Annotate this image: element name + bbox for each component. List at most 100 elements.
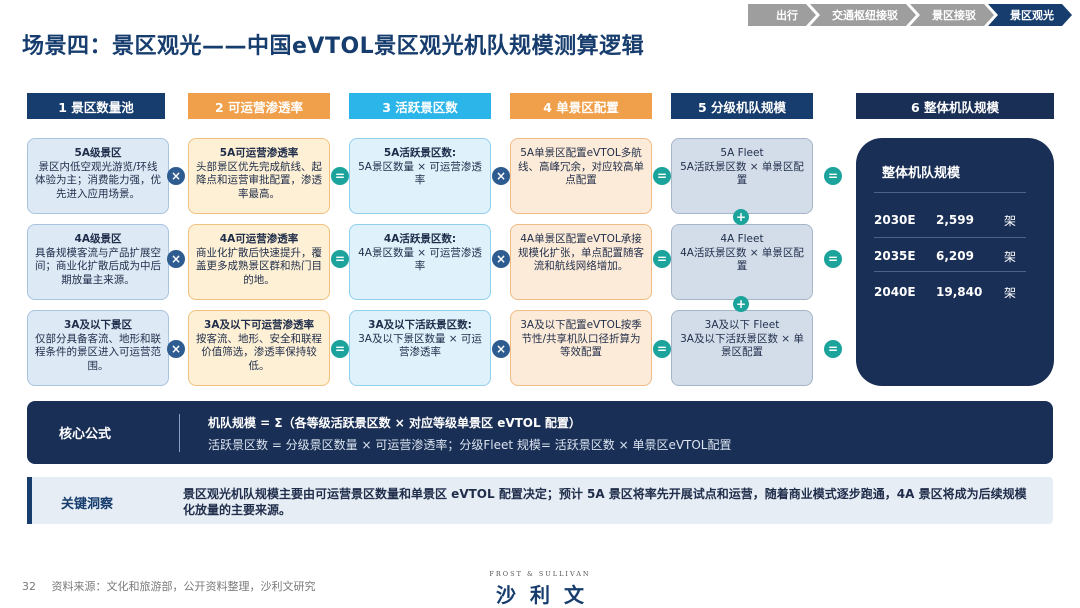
- breadcrumb-item-scenic-sightseeing[interactable]: 景区观光: [988, 4, 1072, 26]
- active-card-5a: 5A活跃景区数: 5A景区数量 × 可运营渗透率: [349, 138, 491, 214]
- total-fleet-panel: 整体机队规模 2030E 2,599 架 2035E 6,209 架 2040E…: [856, 138, 1054, 386]
- column-header-config: 4 单景区配置: [510, 93, 652, 119]
- card-desc: 5A景区数量 × 可运营渗透率: [358, 160, 482, 187]
- equals-icon: =: [653, 340, 671, 358]
- total-title: 整体机队规模: [882, 166, 961, 181]
- card-title: 5A可运营渗透率: [219, 147, 299, 159]
- multiply-icon: ×: [492, 340, 510, 358]
- pool-card-3a: 3A及以下景区 仅部分具备客流、地形和联程条件的景区进入可运营范围。: [27, 310, 169, 386]
- card-title: 4A级景区: [74, 233, 122, 245]
- pool-card-4a: 4A级景区 具备规模客流与产品扩展空间；商业化扩散后成为中后期放量主来源。: [27, 224, 169, 300]
- card-desc: 4A活跃景区数 × 单景区配置: [680, 246, 804, 273]
- total-value: 19,840: [936, 285, 983, 299]
- penetration-card-3a: 3A及以下可运营渗透率 按客流、地形、安全和联程价值筛选，渗透率保持较低。: [188, 310, 330, 386]
- formula-label: 核心公式: [59, 427, 112, 442]
- total-row: 2040E 19,840 架: [874, 282, 1034, 302]
- card-desc: 具备规模客流与产品扩展空间；商业化扩散后成为中后期放量主来源。: [35, 246, 161, 286]
- total-year: 2035E: [874, 249, 916, 263]
- formula-main: 机队规模 = Σ（各等级活跃景区数 × 对应等级单景区 eVTOL 配置）: [208, 416, 581, 430]
- card-desc: 仅部分具备客流、地形和联程条件的景区进入可运营范围。: [35, 332, 161, 372]
- accent-bar: [27, 477, 32, 524]
- total-row: 2030E 2,599 架: [874, 210, 1034, 230]
- total-unit: 架: [1004, 249, 1017, 264]
- penetration-card-4a: 4A可运营渗透率 商业化扩散后快速提升，覆盖更多成熟景区群和热门目的地。: [188, 224, 330, 300]
- total-year: 2030E: [874, 213, 916, 227]
- card-desc: 5A单景区配置eVTOL多航线、高峰冗余，对应较高单点配置: [518, 147, 644, 186]
- multiply-icon: ×: [492, 250, 510, 268]
- key-insight-panel: 关键洞察 景区观光机队规模主要由可运营景区数量和单景区 eVTOL 配置决定；预…: [27, 477, 1053, 524]
- column-header-active: 3 活跃景区数: [349, 93, 491, 119]
- equals-icon: =: [331, 167, 349, 185]
- total-unit: 架: [1004, 213, 1017, 228]
- equals-icon: =: [824, 250, 842, 268]
- source-note: 资料来源：文化和旅游部，公开资料整理，沙利文研究: [51, 580, 316, 593]
- column-header-pool: 1 景区数量池: [27, 93, 165, 119]
- divider: [179, 414, 180, 452]
- config-card-3a: 3A及以下配置eVTOL按季节性/共享机队口径折算为等效配置: [510, 310, 652, 386]
- card-title: 5A Fleet: [720, 147, 764, 159]
- config-card-5a: 5A单景区配置eVTOL多航线、高峰冗余，对应较高单点配置: [510, 138, 652, 214]
- card-desc: 景区内低空观光游览/环线体验为主；消费能力强，优先进入应用场景。: [35, 160, 161, 200]
- divider: [874, 192, 1026, 193]
- total-row: 2035E 6,209 架: [874, 246, 1034, 266]
- breadcrumb-item-scenic-connection[interactable]: 景区接驳: [910, 4, 994, 26]
- equals-icon: =: [824, 340, 842, 358]
- fleet-card-5a: 5A Fleet 5A活跃景区数 × 单景区配置: [671, 138, 813, 214]
- active-card-4a: 4A活跃景区数: 4A景区数量 × 可运营渗透率: [349, 224, 491, 300]
- logo-english: FROST & SULLIVAN: [489, 570, 591, 578]
- card-title: 5A级景区: [74, 147, 122, 159]
- card-desc: 3A及以下配置eVTOL按季节性/共享机队口径折算为等效配置: [520, 319, 642, 358]
- core-formula-panel: 核心公式 机队规模 = Σ（各等级活跃景区数 × 对应等级单景区 eVTOL 配…: [27, 401, 1053, 464]
- total-unit: 架: [1004, 285, 1017, 300]
- breadcrumb-item-hub-connection[interactable]: 交通枢纽接驳: [810, 4, 916, 26]
- footer: 32 资料来源：文化和旅游部，公开资料整理，沙利文研究: [22, 578, 328, 594]
- brand-logo: FROST & SULLIVAN 沙利文: [470, 570, 610, 608]
- active-card-3a: 3A及以下活跃景区数: 3A及以下景区数量 × 可运营渗透率: [349, 310, 491, 386]
- card-desc: 3A及以下景区数量 × 可运营渗透率: [358, 332, 482, 359]
- equals-icon: =: [331, 250, 349, 268]
- plus-icon: +: [733, 296, 749, 312]
- fleet-card-3a: 3A及以下 Fleet 3A及以下活跃景区数 × 单景区配置: [671, 310, 813, 386]
- page-number: 32: [22, 580, 36, 593]
- page-title: 场景四：景区观光——中国eVTOL景区观光机队规模测算逻辑: [22, 34, 645, 59]
- card-title: 4A可运营渗透率: [219, 233, 299, 245]
- equals-icon: =: [824, 167, 842, 185]
- penetration-card-5a: 5A可运营渗透率 头部景区优先完成航线、起降点和运营审批配置，渗透率最高。: [188, 138, 330, 214]
- equals-icon: =: [653, 167, 671, 185]
- column-header-fleet: 5 分级机队规模: [671, 93, 813, 119]
- multiply-icon: ×: [167, 167, 185, 185]
- breadcrumb-item-travel[interactable]: 出行: [748, 4, 816, 26]
- equals-icon: =: [331, 340, 349, 358]
- card-title: 3A及以下可运营渗透率: [204, 319, 314, 331]
- total-value: 6,209: [936, 249, 974, 263]
- card-title: 3A及以下活跃景区数:: [368, 319, 472, 331]
- multiply-icon: ×: [492, 167, 510, 185]
- card-title: 3A及以下 Fleet: [704, 319, 780, 331]
- total-year: 2040E: [874, 285, 916, 299]
- card-desc: 3A及以下活跃景区数 × 单景区配置: [680, 332, 804, 359]
- card-desc: 4A景区数量 × 可运营渗透率: [358, 246, 482, 273]
- divider: [874, 271, 1026, 272]
- pool-card-5a: 5A级景区 景区内低空观光游览/环线体验为主；消费能力强，优先进入应用场景。: [27, 138, 169, 214]
- card-desc: 商业化扩散后快速提升，覆盖更多成熟景区群和热门目的地。: [196, 246, 322, 286]
- column-header-penetration: 2 可运营渗透率: [188, 93, 330, 119]
- insight-label: 关键洞察: [61, 497, 114, 512]
- card-desc: 4A单景区配置eVTOL承接规模化扩张，单点配置随客流和航线网络增加。: [518, 233, 644, 272]
- column-header-total: 6 整体机队规模: [856, 93, 1054, 119]
- multiply-icon: ×: [167, 250, 185, 268]
- fleet-card-4a: 4A Fleet 4A活跃景区数 × 单景区配置: [671, 224, 813, 300]
- card-desc: 头部景区优先完成航线、起降点和运营审批配置，渗透率最高。: [196, 160, 322, 200]
- formula-sub: 活跃景区数 = 分级景区数量 × 可运营渗透率；分级Fleet 规模= 活跃景区…: [208, 438, 732, 452]
- card-title: 5A活跃景区数:: [383, 147, 457, 159]
- card-title: 4A Fleet: [720, 233, 764, 245]
- card-desc: 按客流、地形、安全和联程价值筛选，渗透率保持较低。: [196, 332, 322, 372]
- insight-text: 景区观光机队规模主要由可运营景区数量和单景区 eVTOL 配置决定；预计 5A …: [183, 487, 1027, 517]
- equals-icon: =: [653, 250, 671, 268]
- card-title: 4A活跃景区数:: [383, 233, 457, 245]
- logo-chinese: 沙利文: [496, 583, 598, 607]
- plus-icon: +: [733, 209, 749, 225]
- config-card-4a: 4A单景区配置eVTOL承接规模化扩张，单点配置随客流和航线网络增加。: [510, 224, 652, 300]
- breadcrumb: 出行 交通枢纽接驳 景区接驳 景区观光: [754, 4, 1072, 26]
- multiply-icon: ×: [167, 340, 185, 358]
- card-title: 3A及以下景区: [64, 319, 132, 331]
